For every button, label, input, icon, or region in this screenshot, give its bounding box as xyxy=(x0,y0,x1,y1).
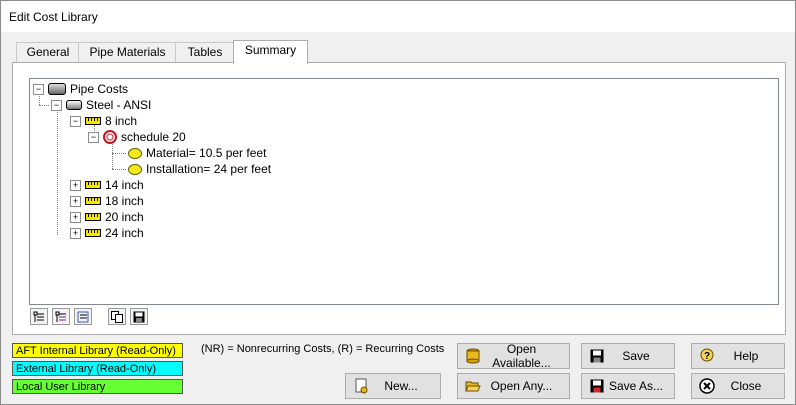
cost-coin-icon xyxy=(128,163,142,175)
expand-toggle[interactable]: + xyxy=(70,227,81,239)
button-label: Close xyxy=(730,379,762,393)
open-available-button[interactable]: Open Available... xyxy=(457,342,570,370)
tree-node-label: Pipe Costs xyxy=(70,82,129,96)
button-label: Help xyxy=(733,349,759,363)
database-icon xyxy=(464,347,482,365)
button-label: Save xyxy=(622,349,650,363)
pipe-size-icon xyxy=(85,197,101,205)
tab-general-label: General xyxy=(26,45,70,59)
pipe-material-icon xyxy=(66,100,82,110)
tree-connector xyxy=(39,105,49,106)
open-any-button[interactable]: Open Any... xyxy=(457,373,570,399)
cost-coin-icon xyxy=(128,147,142,159)
tab-summary[interactable]: Summary xyxy=(233,40,308,64)
pipe-size-icon xyxy=(85,117,101,125)
save-button[interactable]: Save xyxy=(581,343,675,369)
save-as-icon xyxy=(588,377,606,395)
legend-external-library: External Library (Read-Only) xyxy=(12,361,183,376)
tab-pipe-materials-label: Pipe Materials xyxy=(89,45,166,59)
legend-label: AFT Internal Library (Read-Only) xyxy=(16,345,176,357)
cost-library-icon xyxy=(48,83,66,95)
tree-node-steel-ansi[interactable]: − Steel - ANSI xyxy=(51,97,151,113)
collapse-toggle[interactable]: − xyxy=(88,131,99,143)
tab-general[interactable]: General xyxy=(16,42,80,62)
copy-icon xyxy=(111,310,123,323)
pipe-size-icon xyxy=(85,213,101,221)
tree-connector xyxy=(112,169,126,170)
tree-node-8-inch[interactable]: − 8 inch xyxy=(70,113,137,129)
help-button[interactable]: ? Help xyxy=(691,343,785,369)
pipe-size-icon xyxy=(85,229,101,237)
cost-summary-tree[interactable]: − Pipe Costs − Steel - ANSI − 8 inch − s… xyxy=(29,78,779,305)
save-as-button[interactable]: Save As... xyxy=(581,373,675,399)
edit-cost-library-dialog: Edit Cost Library General Pipe Materials… xyxy=(0,0,796,405)
help-icon: ? xyxy=(698,347,716,365)
expand-toggle[interactable]: + xyxy=(70,179,81,191)
open-folder-icon xyxy=(464,377,482,395)
tree-node-installation-cost[interactable]: Installation= 24 per feet xyxy=(128,161,271,177)
tree-node-pipe-costs[interactable]: − Pipe Costs xyxy=(33,81,128,97)
close-button[interactable]: Close xyxy=(691,373,785,399)
legend-label: Local User Library xyxy=(16,381,106,393)
tree-node-label: Material= 10.5 per feet xyxy=(146,146,267,160)
expand-all-button[interactable] xyxy=(30,308,48,325)
tab-tables[interactable]: Tables xyxy=(175,42,235,62)
save-tree-button[interactable] xyxy=(130,308,148,325)
copy-button[interactable] xyxy=(108,308,126,325)
save-icon xyxy=(588,347,606,365)
tree-node-label: 24 inch xyxy=(105,226,144,240)
tree-connector xyxy=(112,141,113,169)
tab-pipe-materials[interactable]: Pipe Materials xyxy=(78,42,177,62)
tree-view-icon xyxy=(77,311,89,322)
svg-text:?: ? xyxy=(704,351,710,362)
tree-connector xyxy=(112,153,126,154)
tree-node-20-inch[interactable]: + 20 inch xyxy=(70,209,144,225)
expand-toggle[interactable]: + xyxy=(70,211,81,223)
button-label: Save As... xyxy=(608,379,664,393)
expand-all-icon xyxy=(33,311,44,322)
button-label: Open Any... xyxy=(490,379,553,393)
tab-tables-label: Tables xyxy=(187,45,223,59)
collapse-toggle[interactable]: − xyxy=(33,83,44,95)
title-bar: Edit Cost Library xyxy=(1,1,795,32)
new-button[interactable]: New... xyxy=(345,373,441,399)
tree-node-label: 18 inch xyxy=(105,194,144,208)
summary-panel: − Pipe Costs − Steel - ANSI − 8 inch − s… xyxy=(12,62,786,335)
cost-notation-note: (NR) = Nonrecurring Costs, (R) = Recurri… xyxy=(201,343,445,355)
tree-view-button[interactable] xyxy=(74,308,92,325)
button-label: Open Available... xyxy=(492,342,551,370)
pipe-size-icon xyxy=(85,181,101,189)
window-title: Edit Cost Library xyxy=(9,10,98,24)
new-document-icon xyxy=(352,377,370,395)
collapse-toggle[interactable]: − xyxy=(70,115,81,127)
tree-node-label: schedule 20 xyxy=(121,130,186,144)
expand-toggle[interactable]: + xyxy=(70,195,81,207)
collapse-all-button[interactable] xyxy=(52,308,70,325)
collapse-toggle[interactable]: − xyxy=(51,99,62,111)
button-label: New... xyxy=(384,379,418,393)
tree-node-label: 8 inch xyxy=(105,114,138,128)
tree-node-schedule-20[interactable]: − schedule 20 xyxy=(88,129,186,145)
legend-local-user-library: Local User Library xyxy=(12,379,183,394)
tree-node-label: Installation= 24 per feet xyxy=(146,162,272,176)
tree-node-18-inch[interactable]: + 18 inch xyxy=(70,193,144,209)
tree-node-label: Steel - ANSI xyxy=(86,98,152,112)
tree-node-24-inch[interactable]: + 24 inch xyxy=(70,225,144,241)
legend-aft-internal-library: AFT Internal Library (Read-Only) xyxy=(12,343,183,358)
tree-node-material-cost[interactable]: Material= 10.5 per feet xyxy=(128,145,266,161)
close-icon xyxy=(698,377,716,395)
floppy-disk-icon xyxy=(133,311,145,322)
tree-node-14-inch[interactable]: + 14 inch xyxy=(70,177,144,193)
schedule-icon xyxy=(103,130,117,144)
legend-label: External Library (Read-Only) xyxy=(16,363,156,375)
collapse-all-icon xyxy=(55,311,66,322)
tree-node-label: 20 inch xyxy=(105,210,144,224)
tree-connector xyxy=(57,109,58,235)
tab-summary-label: Summary xyxy=(244,43,297,57)
tree-node-label: 14 inch xyxy=(105,178,144,192)
